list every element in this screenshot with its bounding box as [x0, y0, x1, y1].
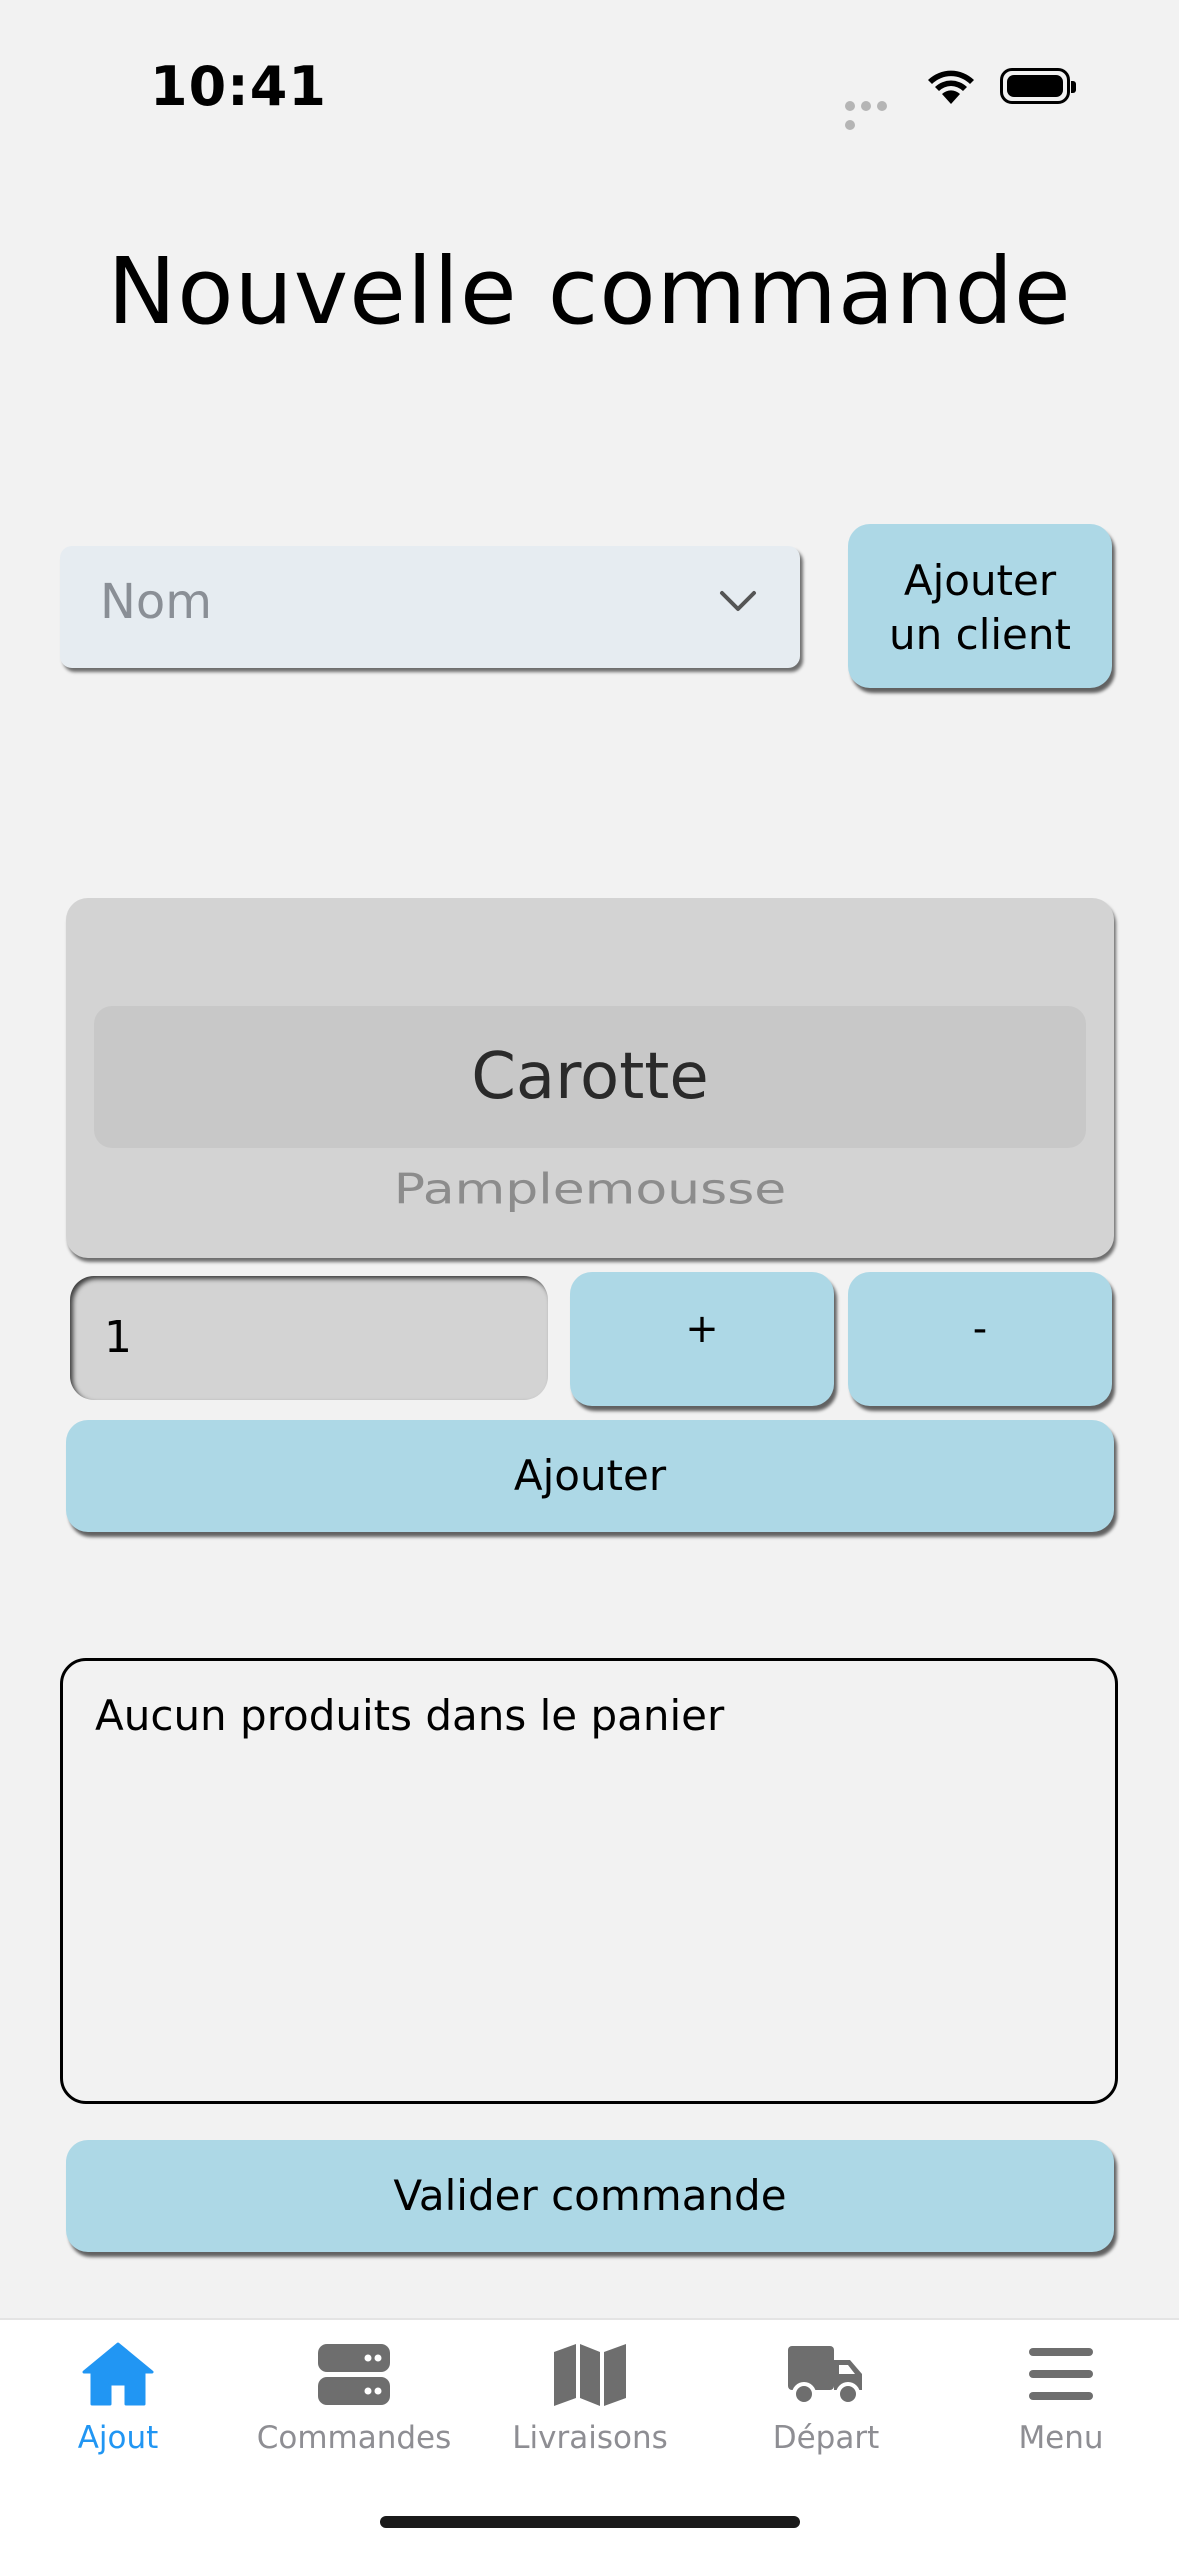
chevron-down-icon [720, 591, 756, 611]
client-select-placeholder: Nom [100, 574, 213, 630]
increment-button[interactable]: + [570, 1272, 834, 1406]
battery-icon [1000, 68, 1076, 104]
home-indicator[interactable] [380, 2516, 800, 2528]
client-select[interactable]: Nom [60, 546, 800, 668]
picker-next-item[interactable]: Pamplemousse [66, 1166, 1114, 1214]
server-icon [318, 2344, 390, 2405]
cart-box: Aucun produits dans le panier [60, 1658, 1118, 2104]
tab-label-depart: Départ [772, 2420, 880, 2456]
validate-order-button[interactable]: Valider commande [66, 2140, 1114, 2252]
tab-label-livraisons: Livraisons [512, 2420, 668, 2456]
status-time: 10:41 [150, 55, 327, 118]
map-icon [554, 2344, 626, 2406]
picker-selected-item[interactable]: Carotte [66, 1040, 1114, 1114]
tab-label-menu: Menu [1018, 2420, 1104, 2456]
tab-label-commandes: Commandes [256, 2420, 452, 2456]
product-picker[interactable]: Carotte Pamplemousse [66, 898, 1114, 1258]
page-title: Nouvelle commande [107, 238, 1072, 345]
decrement-button[interactable]: - [848, 1272, 1112, 1406]
tab-commandes[interactable]: Commandes [236, 2340, 472, 2456]
add-client-button[interactable]: Ajouter un client [848, 524, 1112, 688]
quantity-input[interactable]: 1 [70, 1276, 548, 1400]
tab-menu[interactable]: Menu [943, 2340, 1179, 2456]
cart-empty-text: Aucun produits dans le panier [95, 1691, 725, 1740]
tab-livraisons[interactable]: Livraisons [472, 2340, 708, 2456]
add-product-button[interactable]: Ajouter [66, 1420, 1114, 1532]
tab-label-ajout: Ajout [77, 2420, 159, 2456]
tab-ajout[interactable]: Ajout [0, 2340, 236, 2456]
menu-icon [1029, 2348, 1093, 2400]
wifi-icon [928, 70, 974, 104]
signal-dots-icon [845, 96, 905, 130]
home-icon [82, 2342, 154, 2406]
tab-depart[interactable]: Départ [708, 2340, 944, 2456]
truck-icon [788, 2346, 862, 2406]
